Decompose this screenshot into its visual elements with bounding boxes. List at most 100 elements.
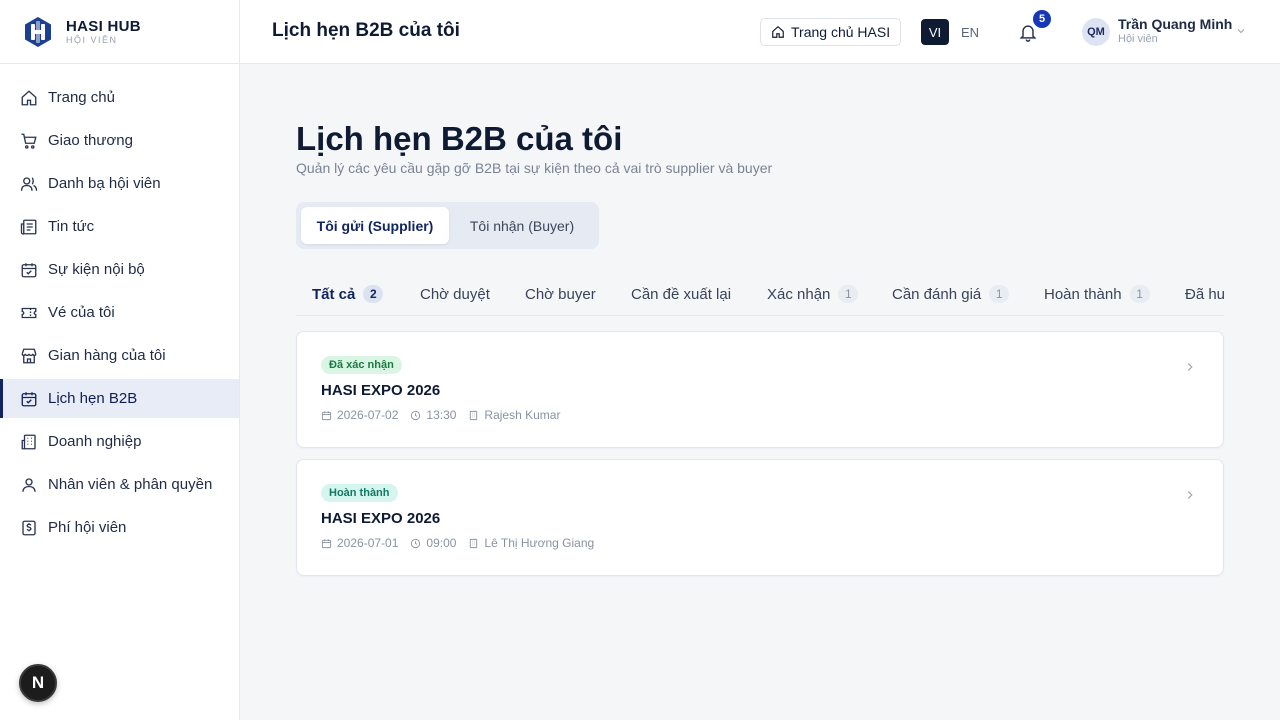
event-name: HASI EXPO 2026 — [321, 382, 441, 399]
user-icon — [20, 476, 38, 494]
chevron-down-icon[interactable] — [1235, 25, 1247, 37]
sidebar-item-label: Trang chủ — [48, 89, 115, 106]
fee-icon — [20, 519, 38, 537]
sidebar-item-events[interactable]: Sự kiện nội bộ — [0, 250, 239, 289]
top-header: Lịch hẹn B2B của tôi Trang chủ HASI VI E… — [240, 0, 1280, 64]
tab-label: Tất cả — [312, 285, 356, 303]
appointment-partner: Lê Thị Hương Giang — [484, 536, 595, 550]
tab-waiting-buyer[interactable]: Chờ buyer — [525, 272, 596, 315]
user-role: Hội viên — [1118, 33, 1158, 45]
tab-label: Xác nhận — [767, 285, 831, 303]
status-badge: Hoàn thành — [321, 484, 398, 502]
home-icon — [771, 25, 785, 39]
building-icon — [468, 410, 479, 421]
sidebar-item-directory[interactable]: Danh bạ hội viên — [0, 164, 239, 203]
sidebar-item-company[interactable]: Doanh nghiệp — [0, 422, 239, 461]
sidebar-item-tickets[interactable]: Vé của tôi — [0, 293, 239, 332]
home-icon — [20, 89, 38, 107]
appointment-card[interactable]: Hoàn thành HASI EXPO 2026 2026-07-01 09:… — [296, 459, 1224, 576]
lang-vi-button[interactable]: VI — [921, 19, 949, 45]
cart-icon — [20, 132, 38, 150]
hasi-logo-icon — [25, 16, 51, 47]
ticket-icon — [20, 304, 38, 322]
tab-count: 1 — [989, 285, 1010, 303]
tab-label: Hoàn thành — [1044, 285, 1122, 303]
appointment-date: 2026-07-02 — [337, 408, 399, 422]
sidebar-item-label: Nhân viên & phân quyền — [48, 476, 213, 493]
tab-label: Chờ buyer — [525, 285, 596, 303]
sidebar-item-label: Gian hàng của tôi — [48, 347, 166, 364]
brand[interactable]: HASI HUB HỘI VIÊN — [0, 0, 239, 64]
tab-all[interactable]: Tất cả 2 — [312, 272, 384, 315]
role-supplier-button[interactable]: Tôi gửi (Supplier) — [301, 207, 449, 244]
sidebar: HASI HUB HỘI VIÊN Trang chủ Giao thương … — [0, 0, 240, 720]
sidebar-item-label: Doanh nghiệp — [48, 433, 142, 450]
tab-label: Cần đề xuất lại — [631, 285, 732, 303]
event-name: HASI EXPO 2026 — [321, 510, 441, 527]
appointment-meta: 2026-07-01 09:00 Lê Thị Hương Giang — [321, 536, 606, 550]
tab-label: Đã hu — [1185, 285, 1224, 303]
hasi-home-label: Trang chủ HASI — [791, 24, 891, 40]
sidebar-item-label: Vé của tôi — [48, 304, 115, 321]
tab-count: 1 — [1129, 285, 1150, 303]
avatar[interactable]: QM — [1082, 18, 1110, 46]
sidebar-item-label: Sự kiện nội bộ — [48, 261, 145, 278]
page-subtitle: Quản lý các yêu cầu gặp gỡ B2B tại sự ki… — [296, 160, 773, 176]
hasi-home-button[interactable]: Trang chủ HASI — [760, 18, 902, 46]
building-icon — [468, 538, 479, 549]
sidebar-item-news[interactable]: Tin tức — [0, 207, 239, 246]
sidebar-item-home[interactable]: Trang chủ — [0, 78, 239, 117]
lang-en-button[interactable]: EN — [956, 19, 984, 45]
brand-sub: HỘI VIÊN — [66, 34, 118, 45]
calendar-icon — [321, 410, 332, 421]
sidebar-item-label: Phí hội viên — [48, 519, 127, 536]
notification-count-badge: 5 — [1033, 10, 1051, 28]
tab-count: 2 — [363, 285, 384, 303]
page-title: Lịch hẹn B2B của tôi — [296, 120, 623, 157]
tab-cancelled[interactable]: Đã hu — [1185, 272, 1224, 315]
brand-name: HASI HUB — [66, 17, 141, 35]
appointment-time: 09:00 — [426, 536, 457, 550]
tab-label: Chờ duyệt — [420, 285, 490, 303]
appointment-card[interactable]: Đã xác nhận HASI EXPO 2026 2026-07-02 13… — [296, 331, 1224, 448]
calendar-check-icon — [20, 390, 38, 408]
sidebar-item-fees[interactable]: Phí hội viên — [0, 508, 239, 547]
sidebar-nav: Trang chủ Giao thương Danh bạ hội viên T… — [0, 64, 239, 547]
dev-tools-badge[interactable]: N — [19, 664, 57, 702]
appointment-date: 2026-07-01 — [337, 536, 399, 550]
tab-completed[interactable]: Hoàn thành 1 — [1044, 272, 1150, 315]
tab-pending[interactable]: Chờ duyệt — [420, 272, 490, 315]
sidebar-item-trade[interactable]: Giao thương — [0, 121, 239, 160]
chevron-right-icon — [1187, 491, 1193, 499]
sidebar-item-staff[interactable]: Nhân viên & phân quyền — [0, 465, 239, 504]
role-buyer-button[interactable]: Tôi nhận (Buyer) — [451, 207, 593, 244]
appointment-meta: 2026-07-02 13:30 Rajesh Kumar — [321, 408, 572, 422]
status-badge: Đã xác nhận — [321, 356, 402, 374]
sidebar-item-label: Danh bạ hội viên — [48, 175, 161, 192]
calendar-icon — [20, 261, 38, 279]
users-icon — [20, 175, 38, 193]
tab-count: 1 — [838, 285, 859, 303]
user-name[interactable]: Trần Quang Minh — [1118, 16, 1232, 32]
sidebar-item-label: Lịch hẹn B2B — [48, 390, 138, 407]
building-icon — [20, 433, 38, 451]
role-toggle: Tôi gửi (Supplier) Tôi nhận (Buyer) — [296, 202, 599, 249]
appointment-partner: Rajesh Kumar — [484, 408, 561, 422]
sidebar-item-label: Giao thương — [48, 132, 133, 149]
appointment-time: 13:30 — [426, 408, 457, 422]
tab-repropose[interactable]: Cần đề xuất lại — [631, 272, 732, 315]
sidebar-item-booth[interactable]: Gian hàng của tôi — [0, 336, 239, 375]
clock-icon — [410, 410, 421, 421]
header-title: Lịch hẹn B2B của tôi — [272, 20, 460, 41]
newspaper-icon — [20, 218, 38, 236]
sidebar-item-b2b[interactable]: Lịch hẹn B2B — [0, 379, 239, 418]
chevron-right-icon — [1187, 363, 1193, 371]
sidebar-item-label: Tin tức — [48, 218, 95, 235]
calendar-icon — [321, 538, 332, 549]
tab-label: Cần đánh giá — [892, 285, 982, 303]
tab-confirmed[interactable]: Xác nhận 1 — [767, 272, 859, 315]
status-tabs: Tất cả 2 Chờ duyệt Chờ buyer Cần đề xuất… — [296, 272, 1224, 316]
clock-icon — [410, 538, 421, 549]
tab-needs-review[interactable]: Cần đánh giá 1 — [892, 272, 1010, 315]
store-icon — [20, 347, 38, 365]
